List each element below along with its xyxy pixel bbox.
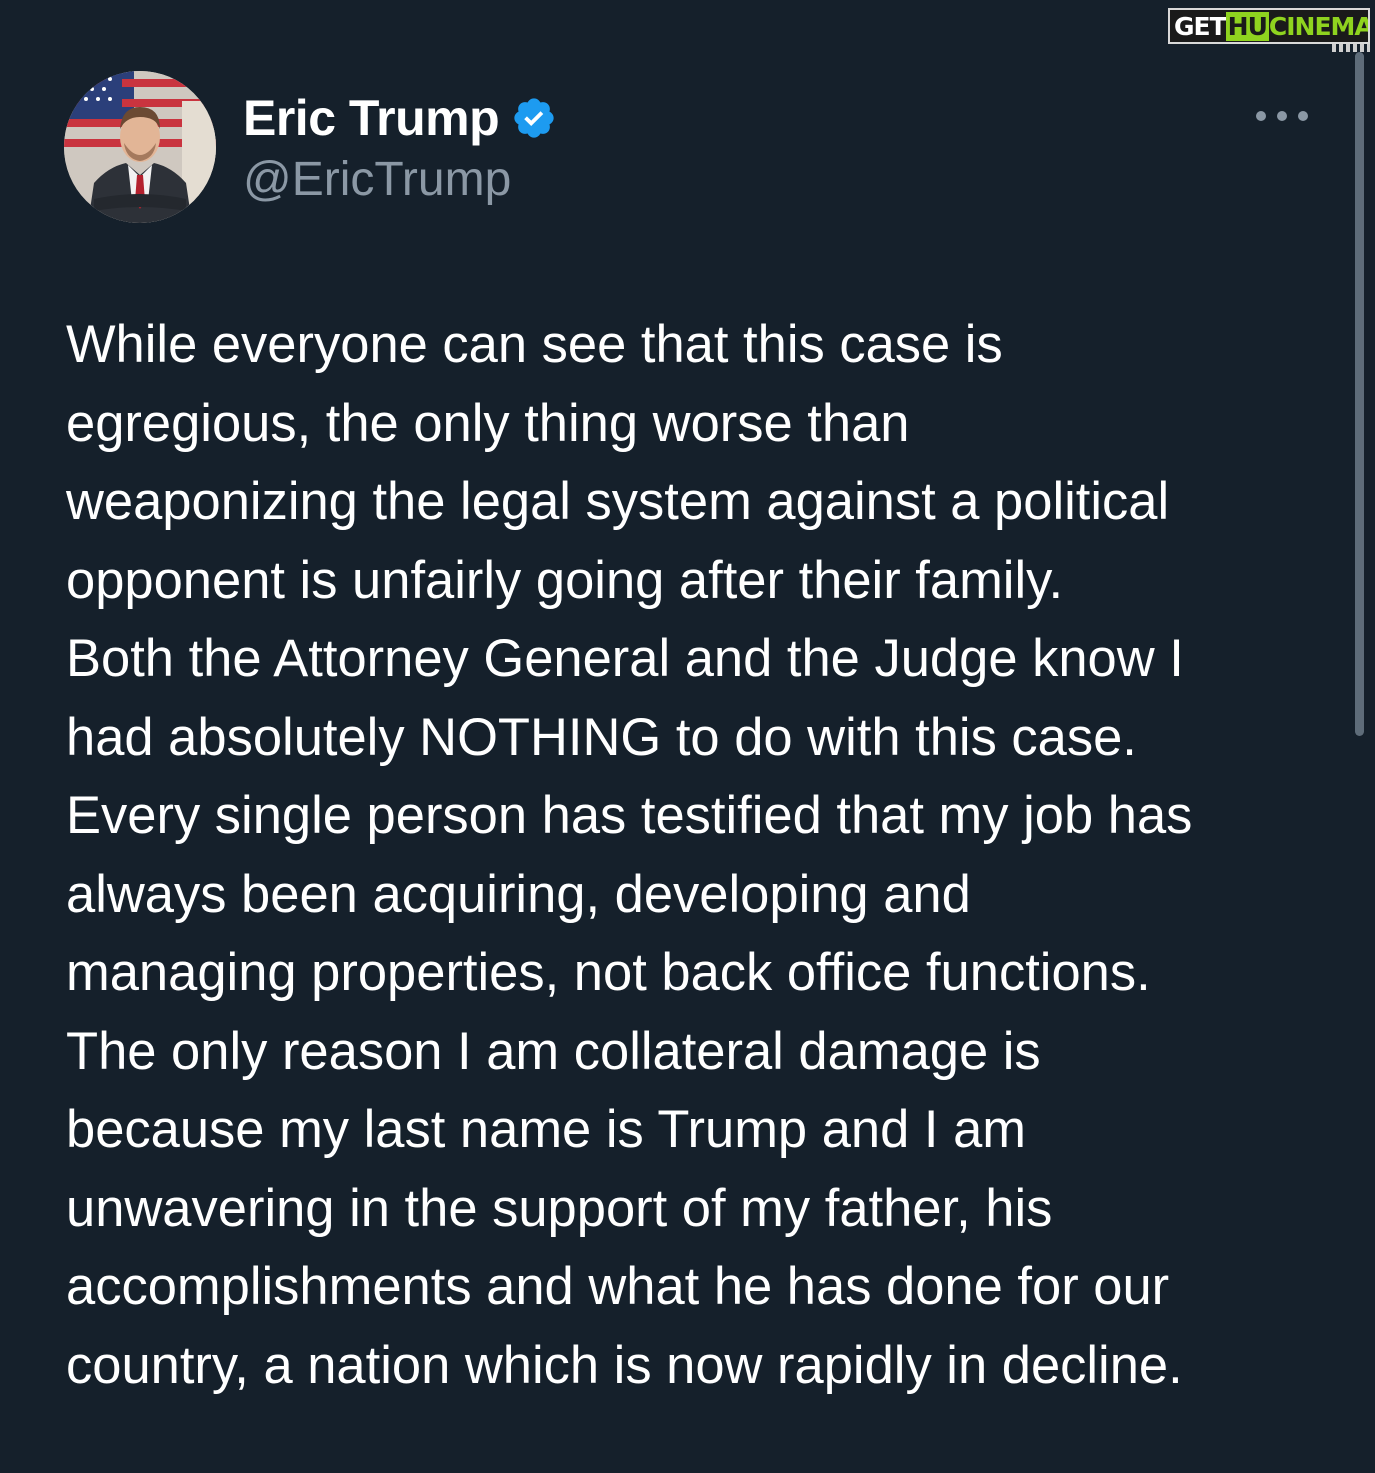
tweet-text-line: unwavering in the support of my father, …	[66, 1178, 1053, 1238]
tweet-text-line: egregious, the only thing worse than	[66, 393, 910, 453]
tweet-text-line: While everyone can see that this case is	[66, 315, 1003, 374]
film-strip-icon	[1332, 44, 1370, 52]
more-horizontal-icon	[1256, 111, 1266, 121]
watermark-text-part2: HU	[1225, 11, 1269, 41]
scrollbar[interactable]	[1355, 52, 1364, 736]
tweet-text-line: The only reason I am collateral damage i…	[66, 1021, 1041, 1081]
watermark-logo: GET HU CINEMA	[1168, 8, 1370, 44]
tweet-text-line: Both the Attorney General and the Judge …	[66, 629, 1184, 688]
author-display-name[interactable]: Eric Trump	[243, 89, 500, 147]
tweet-text-line: opponent is unfairly going after their f…	[66, 550, 1064, 610]
avatar[interactable]	[64, 71, 216, 223]
tweet-card: Eric Trump @EricTrump While everyone can…	[0, 0, 1375, 1473]
more-options-button[interactable]	[1256, 106, 1308, 126]
tweet-text-line: always been acquiring, developing and	[66, 864, 971, 924]
tweet-text-line: because my last name is Trump and I am	[66, 1100, 1026, 1159]
watermark-text-part3: CINEMA	[1268, 11, 1370, 41]
tweet-text-line: had absolutely NOTHING to do with this c…	[66, 707, 1137, 767]
watermark-text-part1: GET	[1174, 11, 1227, 41]
tweet-text-line: accomplishments and what he has done for…	[66, 1257, 1170, 1316]
author-handle[interactable]: @EricTrump	[243, 152, 511, 207]
tweet-text-line: Every single person has testified that m…	[66, 786, 1193, 845]
avatar-photo	[64, 71, 216, 223]
author-name-row[interactable]: Eric Trump	[243, 88, 557, 148]
tweet-text-line: country, a nation which is now rapidly i…	[66, 1335, 1183, 1395]
tweet-text-line: managing properties, not back office fun…	[66, 943, 1151, 1002]
verified-badge-icon	[511, 95, 557, 141]
more-horizontal-icon	[1277, 111, 1287, 121]
more-horizontal-icon	[1298, 111, 1308, 121]
tweet-text: While everyone can see that this case is…	[66, 306, 1336, 1405]
tweet-text-line: weaponizing the legal system against a p…	[66, 472, 1170, 531]
